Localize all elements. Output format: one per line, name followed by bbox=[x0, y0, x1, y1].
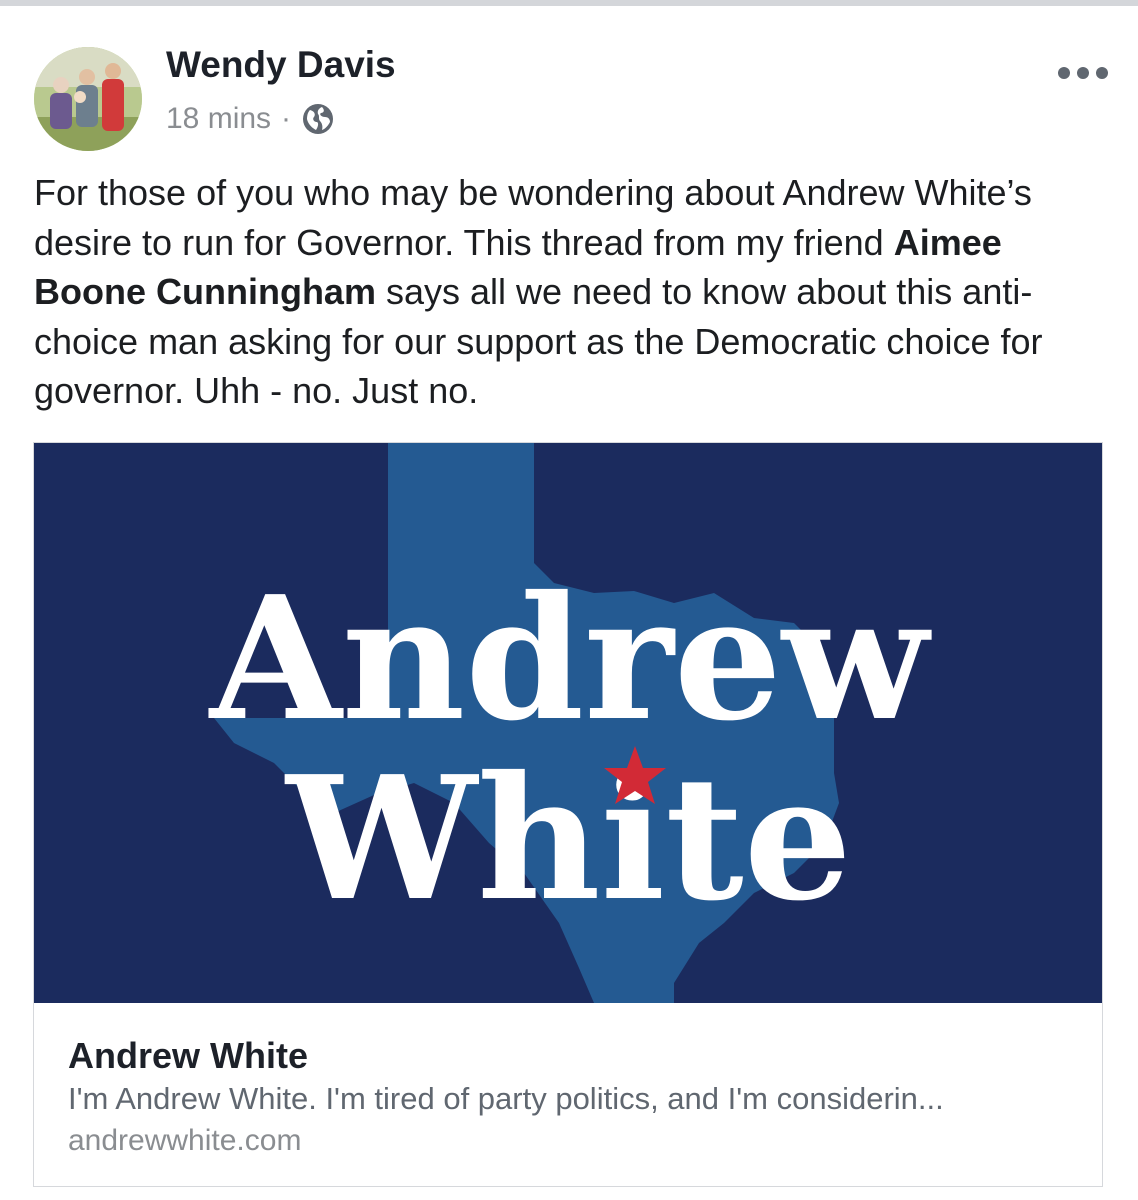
banner-line2: White bbox=[284, 739, 852, 939]
link-preview-image[interactable]: Andrew White bbox=[34, 443, 1102, 1003]
link-title[interactable]: Andrew White bbox=[68, 1035, 308, 1077]
post-timestamp[interactable]: 18 mins bbox=[166, 102, 271, 136]
author-avatar[interactable] bbox=[34, 47, 142, 151]
post-text: For those of you who may be wondering ab… bbox=[34, 168, 1104, 416]
more-options-icon[interactable] bbox=[1058, 60, 1108, 86]
post-meta: 18 mins · bbox=[166, 100, 335, 138]
link-domain: andrewwhite.com bbox=[68, 1124, 302, 1157]
meta-separator: · bbox=[281, 102, 292, 135]
globe-icon bbox=[301, 102, 335, 136]
banner-line1: Andrew bbox=[208, 559, 932, 759]
top-divider bbox=[0, 0, 1138, 6]
link-preview-card[interactable]: Andrew White Andrew White I'm Andrew Whi… bbox=[33, 442, 1103, 1187]
post-text-part1: For those of you who may be wondering ab… bbox=[34, 172, 1032, 263]
author-name[interactable]: Wendy Davis bbox=[166, 44, 396, 86]
link-description: I'm Andrew White. I'm tired of party pol… bbox=[68, 1081, 944, 1116]
